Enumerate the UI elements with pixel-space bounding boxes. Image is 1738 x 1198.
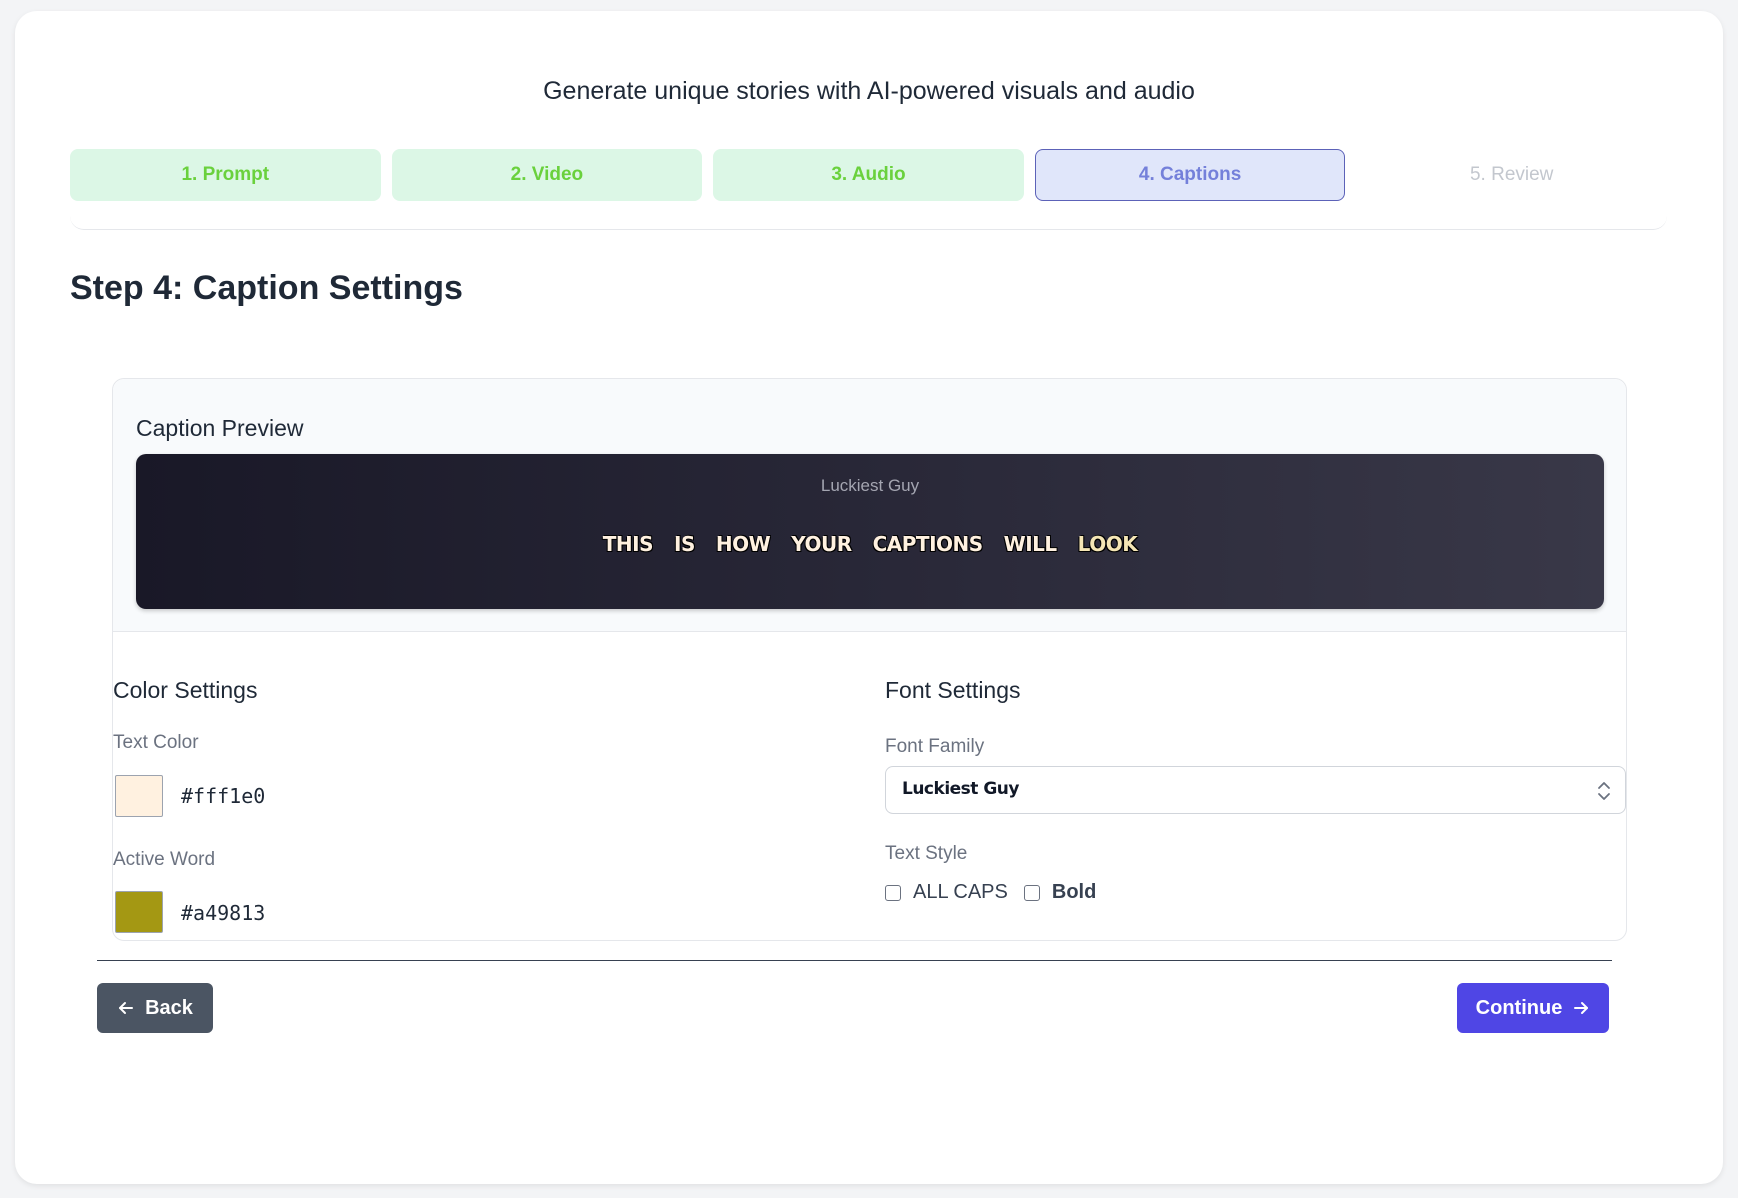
caption-preview-screen: Luckiest Guy THIS IS HOW YOUR CAPTIONS W… [136, 454, 1604, 609]
font-family-value: Luckiest Guy [902, 779, 1019, 799]
caption-word: YOUR [791, 532, 852, 556]
arrow-left-icon [119, 1002, 134, 1014]
continue-button[interactable]: Continue [1457, 983, 1609, 1033]
step-audio[interactable]: 3. Audio [713, 149, 1024, 201]
active-word-label: Active Word [113, 849, 216, 870]
all-caps-checkbox[interactable] [885, 884, 901, 901]
caption-word-active: LOOK [1077, 532, 1138, 556]
caption-word: THIS [602, 532, 654, 556]
bold-checkbox[interactable] [1023, 884, 1040, 901]
caption-word: CAPTIONS [872, 532, 984, 556]
actions-divider [97, 960, 1612, 961]
page-subtitle: Generate unique stories with AI-powered … [543, 77, 1195, 105]
font-settings-title: Font Settings [885, 677, 1021, 703]
caption-words: THIS IS HOW YOUR CAPTIONS WILL LOOK [136, 532, 1604, 556]
step-video[interactable]: 2. Video [391, 149, 703, 201]
font-family-select[interactable]: Luckiest Guy [885, 766, 1626, 814]
font-family-label: Font Family [885, 736, 985, 757]
caption-settings-panel: Caption Preview Luckiest Guy THIS IS HOW… [112, 378, 1627, 941]
step-captions[interactable]: 4. Captions [1034, 149, 1346, 201]
preview-font-name: Luckiest Guy [820, 476, 920, 495]
stepper: 1. Prompt 2. Video 3. Audio 4. Captions … [70, 149, 1667, 230]
caption-preview-section: Caption Preview Luckiest Guy THIS IS HOW… [113, 379, 1626, 632]
text-color-value: #fff1e0 [181, 784, 266, 808]
text-color-swatch[interactable] [115, 775, 163, 817]
caption-word: WILL [1003, 532, 1058, 556]
all-caps-label[interactable]: ALL CAPS [913, 881, 1008, 904]
chevron-up-down-icon [1598, 782, 1610, 800]
page-title: Step 4: Caption Settings [70, 269, 463, 307]
arrow-right-icon [1574, 1002, 1589, 1014]
step-review: 5. Review [1469, 164, 1554, 185]
text-style-label: Text Style [885, 843, 968, 864]
caption-word: HOW [715, 532, 771, 556]
back-button[interactable]: Back [97, 983, 213, 1033]
caption-word: IS [674, 532, 695, 556]
color-settings-title: Color Settings [113, 677, 258, 703]
caption-preview-title: Caption Preview [136, 415, 304, 441]
back-button-label: Back [145, 996, 193, 1019]
step-prompt[interactable]: 1. Prompt [70, 149, 381, 201]
bold-label[interactable]: Bold [1052, 881, 1096, 904]
continue-button-label: Continue [1475, 996, 1563, 1019]
text-color-label: Text Color [113, 732, 199, 753]
active-word-value: #a49813 [181, 901, 266, 925]
text-style-options: ALL CAPS Bold [885, 881, 1112, 904]
active-word-swatch[interactable] [115, 891, 163, 933]
